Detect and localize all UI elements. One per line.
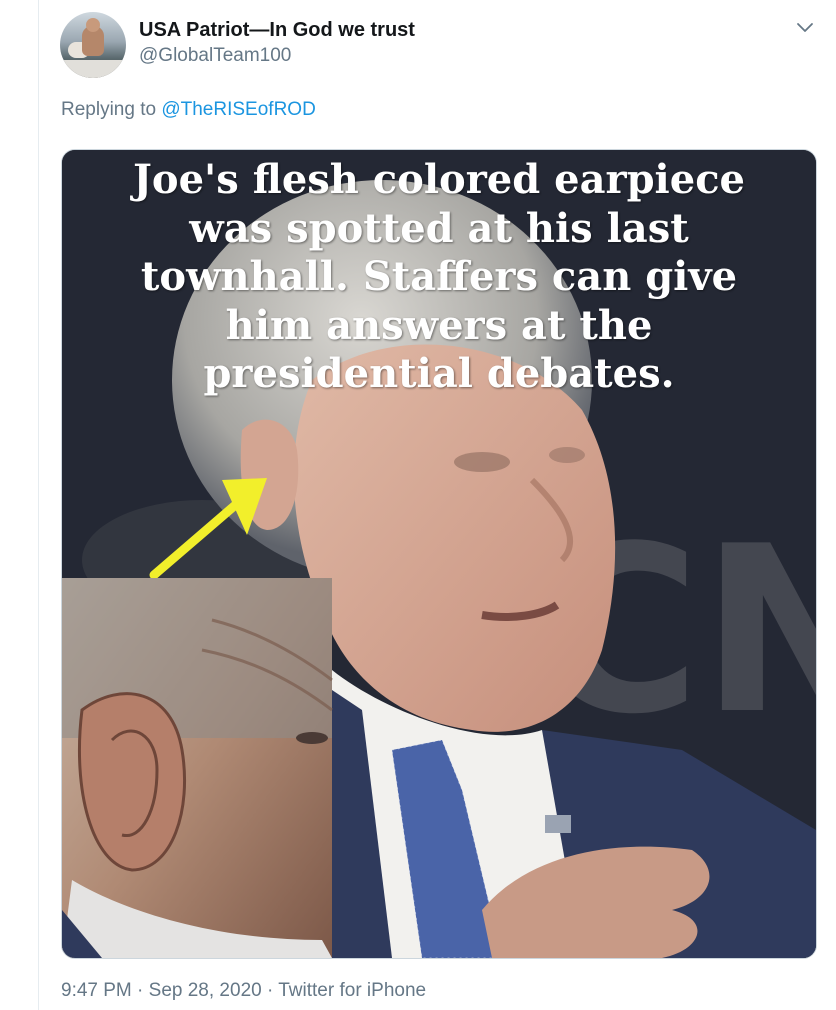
replying-to-line: Replying to @TheRISEofROD	[61, 99, 316, 121]
meme-caption-line: presidential debates.	[203, 350, 675, 397]
tweet-date-link[interactable]: Sep 28, 2020	[149, 980, 262, 1001]
author-name[interactable]: USA Patriot—In God we trust	[139, 19, 415, 42]
meme-caption-line: was spotted at his last	[189, 204, 689, 252]
meme-caption-line: townhall. Staffers can give	[140, 253, 738, 300]
chevron-down-icon	[797, 23, 813, 32]
tweet-menu-button[interactable]	[794, 16, 816, 38]
tweet-media-image[interactable]: CN	[61, 149, 817, 959]
thread-divider-line	[38, 0, 39, 1010]
tweet-detail-page: USA Patriot—In God we trust @GlobalTeam1…	[0, 0, 836, 1010]
separator-dot: ·	[131, 980, 149, 1001]
author-handle[interactable]: @GlobalTeam100	[139, 45, 291, 67]
meme-caption-line: him answers at the	[225, 301, 653, 349]
tweet-metadata: 9:47 PM · Sep 28, 2020 · Twitter for iPh…	[61, 980, 426, 1002]
replying-to-mention-link[interactable]: @TheRISEofROD	[161, 99, 315, 120]
meme-caption: Joe's flesh colored earpiece was spotted…	[62, 156, 816, 399]
avatar[interactable]	[60, 12, 126, 78]
tweet-source-link[interactable]: Twitter for iPhone	[278, 980, 426, 1001]
tweet-time-link[interactable]: 9:47 PM	[61, 980, 132, 1001]
separator-dot: ·	[261, 980, 279, 1001]
meme-caption-line: Joe's flesh colored earpiece	[133, 156, 745, 203]
replying-to-label: Replying to	[61, 99, 162, 120]
